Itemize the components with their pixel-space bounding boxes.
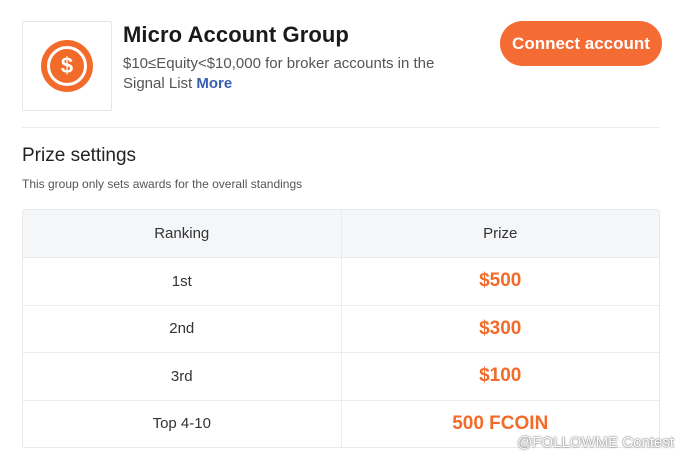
table-header-row: Ranking Prize [23,210,659,257]
ranking-cell: 3rd [170,367,193,385]
prize-cell: $500 [340,258,660,305]
table-row: 1st $500 [23,257,659,305]
connect-account-button[interactable]: Connect account [500,21,662,66]
watermark: @FOLLOWME Contest [498,433,674,451]
column-header-prize: Prize [340,210,660,257]
prize-table: Ranking Prize 1st $500 2nd $300 3rd $100… [22,209,660,448]
ranking-cell: 1st [171,272,192,290]
prize-cell: $300 [340,305,660,352]
prize-settings-subtitle: This group only sets awards for the over… [22,177,303,191]
watermark-text: @FOLLOWME Contest [517,433,674,451]
group-header: $ Micro Account Group $10≤Equity<$10,000… [22,21,662,113]
group-title: Micro Account Group [123,22,349,47]
prize-settings-title: Prize settings [22,145,137,166]
group-description-text: $10≤Equity<$10,000 for broker accounts i… [123,55,435,92]
column-header-ranking: Ranking [154,225,210,242]
table-row: 2nd $300 [23,304,660,352]
weibo-icon [498,433,514,451]
dollar-glyph: $ [47,46,87,86]
more-link[interactable]: More [196,75,232,92]
dollar-coin-icon: $ [41,40,93,92]
table-row: 3rd $100 [23,352,659,400]
group-logo: $ [22,21,112,111]
section-divider [22,127,660,128]
group-description: $10≤Equity<$10,000 for broker accounts i… [123,54,463,94]
prize-cell: $100 [340,353,660,400]
ranking-cell: 2nd [169,320,195,338]
ranking-cell: Top 4-10 [152,415,211,433]
